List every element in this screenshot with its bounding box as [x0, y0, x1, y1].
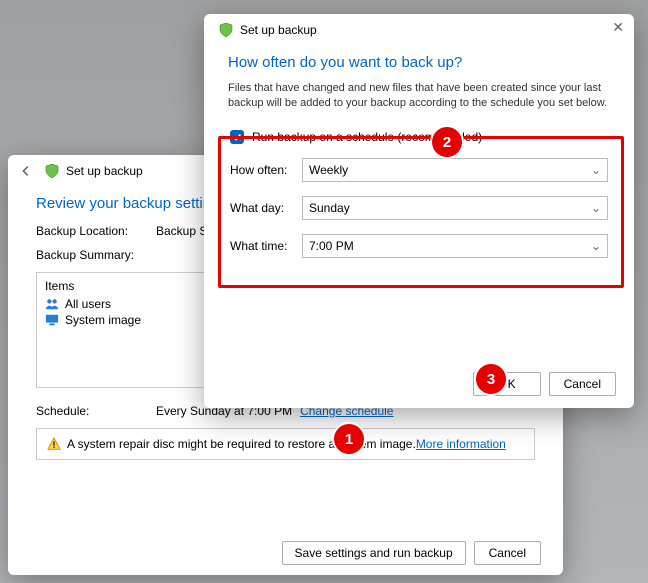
back-icon[interactable] — [18, 163, 34, 179]
select-value: 7:00 PM — [309, 239, 354, 253]
cancel-button[interactable]: Cancel — [549, 372, 616, 396]
close-icon[interactable]: ✕ — [612, 20, 624, 34]
warning-box: A system repair disc might be required t… — [36, 428, 535, 460]
chevron-down-icon: ⌄ — [591, 239, 601, 253]
users-icon — [45, 297, 59, 311]
schedule-dialog: ✕ Set up backup How often do you want to… — [204, 14, 634, 408]
monitor-icon — [45, 313, 59, 327]
annotation-callout-2: 2 — [432, 127, 462, 157]
schedule-form: Run backup on a schedule (recommended) H… — [228, 122, 610, 276]
backup-location-label: Backup Location: — [36, 224, 156, 238]
chevron-down-icon: ⌄ — [591, 163, 601, 177]
cancel-button[interactable]: Cancel — [474, 541, 541, 565]
how-often-label: How often: — [230, 163, 302, 177]
window-title: Set up backup — [66, 164, 143, 178]
warning-icon — [47, 437, 61, 451]
what-time-select[interactable]: 7:00 PM ⌄ — [302, 234, 608, 258]
item-label: System image — [65, 313, 141, 327]
chevron-down-icon: ⌄ — [591, 201, 601, 215]
select-value: Sunday — [309, 201, 350, 215]
select-value: Weekly — [309, 163, 348, 177]
what-time-label: What time: — [230, 239, 302, 253]
dialog-description: Files that have changed and new files th… — [228, 81, 610, 112]
shield-icon — [44, 163, 60, 179]
what-day-select[interactable]: Sunday ⌄ — [302, 196, 608, 220]
dialog-title: Set up backup — [240, 23, 317, 37]
schedule-label: Schedule: — [36, 404, 156, 418]
shield-icon — [218, 22, 234, 38]
what-day-label: What day: — [230, 201, 302, 215]
annotation-callout-1: 1 — [334, 424, 364, 454]
more-info-link[interactable]: More information — [416, 437, 506, 451]
annotation-callout-3: 3 — [476, 364, 506, 394]
dialog-heading: How often do you want to back up? — [228, 54, 610, 71]
save-run-backup-button[interactable]: Save settings and run backup — [282, 541, 466, 565]
run-on-schedule-checkbox[interactable] — [230, 130, 244, 144]
how-often-select[interactable]: Weekly ⌄ — [302, 158, 608, 182]
backup-summary-label: Backup Summary: — [36, 248, 156, 262]
item-label: All users — [65, 297, 111, 311]
